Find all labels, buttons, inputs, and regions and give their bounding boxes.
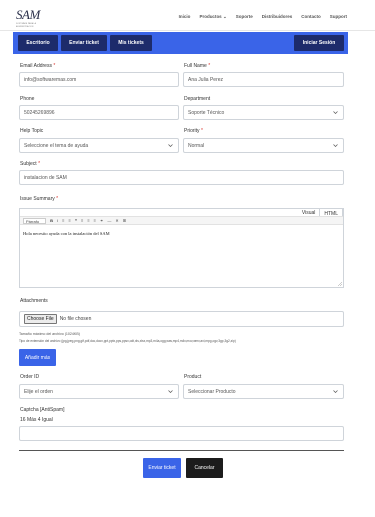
- editor-toolbar: Párrafo B I ≡ ≡ ❝ ≡ ≡ ≡ ⚭ — ✕ ⊞: [20, 216, 343, 225]
- bold-icon[interactable]: B: [50, 218, 53, 223]
- extensions-note: Tipo de extensión del archivo (jpg,jpeg,…: [19, 339, 236, 343]
- logo-text: SAM: [16, 7, 40, 22]
- issue-summary-editor[interactable]: Visual HTML Párrafo B I ≡ ≡ ❝ ≡ ≡ ≡ ⚭ — …: [19, 208, 344, 288]
- format-select[interactable]: Párrafo: [23, 217, 47, 224]
- resize-handle-icon[interactable]: [337, 281, 343, 287]
- product-select[interactable]: Seleccionar Producto: [183, 384, 344, 399]
- product-label: Product: [184, 374, 202, 380]
- align-right-icon[interactable]: ≡: [94, 218, 96, 223]
- full-name-value: Ana Julia Perez: [188, 76, 224, 83]
- chevron-down-icon: [333, 143, 338, 148]
- cancel-button[interactable]: Cancelar: [186, 458, 223, 478]
- priority-value: Normal: [188, 142, 205, 149]
- product-value: Seleccionar Producto: [188, 388, 236, 395]
- numbered-list-icon[interactable]: ≡: [68, 218, 70, 223]
- enviar-ticket-tab[interactable]: Enviar ticket: [61, 35, 107, 51]
- choose-file-button[interactable]: Choose File: [24, 314, 57, 324]
- mis-tickets-button[interactable]: Mis tickets: [110, 35, 152, 51]
- subject-label: Subject *: [20, 161, 41, 167]
- submit-ticket-button[interactable]: Enviar ticket: [143, 458, 181, 478]
- file-input[interactable]: Choose File No file chosen: [19, 311, 344, 327]
- chevron-down-icon: [168, 143, 173, 148]
- table-icon[interactable]: ⊞: [123, 218, 126, 223]
- top-nav: Inicio Productos ⌄ Soporte Distribuidore…: [179, 14, 347, 20]
- align-center-icon[interactable]: ≡: [87, 218, 89, 223]
- email-value: info@softwaremas.com: [24, 76, 77, 83]
- escritorio-button[interactable]: Escritorio: [18, 35, 58, 51]
- no-file-text: No file chosen: [59, 316, 92, 322]
- phone-value: 50245269896: [24, 109, 55, 116]
- phone-label: Phone: [20, 96, 35, 102]
- form-divider: [19, 450, 344, 451]
- editor-content[interactable]: Hola necesito ayuda con la instalación d…: [23, 231, 110, 236]
- department-select[interactable]: Soporte Técnico: [183, 105, 344, 120]
- priority-select[interactable]: Normal: [183, 138, 344, 153]
- full-name-label: Full Name *: [184, 63, 211, 69]
- bullet-list-icon[interactable]: ≡: [62, 218, 64, 223]
- nav-support[interactable]: Support: [330, 14, 347, 20]
- subject-field[interactable]: instalacion de SAM: [19, 170, 344, 185]
- nav-contacto[interactable]: Contacto: [301, 14, 321, 20]
- order-id-select[interactable]: Elije el orden: [19, 384, 179, 399]
- priority-label: Priority *: [184, 128, 203, 134]
- subject-value: instalacion de SAM: [24, 174, 67, 181]
- captcha-input[interactable]: [19, 426, 344, 441]
- add-more-button[interactable]: Añadir más: [19, 349, 56, 366]
- align-left-icon[interactable]: ≡: [81, 218, 83, 223]
- phone-field[interactable]: 50245269896: [19, 105, 179, 120]
- captcha-label: Captcha [AntiSpam]: [20, 407, 65, 413]
- department-value: Soporte Técnico: [188, 109, 225, 116]
- email-label: Email Address *: [20, 63, 56, 69]
- nav-productos[interactable]: Productos ⌄: [199, 14, 226, 20]
- support-toolbar: Escritorio Enviar ticket Mis tickets Ini…: [13, 32, 348, 54]
- help-topic-value: Seleccione el tema de ayuda: [24, 142, 89, 149]
- help-topic-label: Help Topic: [20, 128, 44, 134]
- horizontal-rule-icon[interactable]: —: [107, 218, 111, 223]
- department-label: Department: [184, 96, 211, 102]
- issue-summary-label: Issue Summary *: [20, 196, 59, 202]
- site-logo[interactable]: SAM SOFTWARE PARA LA ADMINISTRACION: [16, 7, 42, 28]
- link-icon[interactable]: ⚭: [100, 218, 103, 223]
- help-topic-select[interactable]: Seleccione el tema de ayuda: [19, 138, 179, 153]
- nav-inicio[interactable]: Inicio: [179, 14, 191, 20]
- order-id-label: Order ID: [20, 374, 40, 380]
- full-name-field[interactable]: Ana Julia Perez: [183, 72, 344, 87]
- italic-icon[interactable]: I: [57, 218, 58, 223]
- captcha-question: 16 Más 4 Igual: [20, 417, 53, 423]
- logo-subtext: SOFTWARE PARA LA ADMINISTRACION: [16, 23, 36, 28]
- remove-format-icon[interactable]: ✕: [115, 218, 118, 223]
- blockquote-icon[interactable]: ❝: [75, 218, 77, 223]
- nav-distribuidores[interactable]: Distribuidores: [262, 14, 293, 20]
- attachments-label: Attachments: [20, 298, 48, 304]
- chevron-down-icon: [168, 389, 173, 394]
- order-id-value: Elije el orden: [24, 388, 53, 395]
- max-size-note: Tamaño máximo del archivo (1024KB): [19, 332, 80, 336]
- chevron-down-icon: [333, 389, 338, 394]
- nav-soporte[interactable]: Soporte: [236, 14, 253, 20]
- header-divider: [0, 30, 375, 31]
- iniciar-sesion-button[interactable]: Iniciar Sesión: [294, 35, 344, 51]
- chevron-down-icon: [333, 110, 338, 115]
- email-field[interactable]: info@softwaremas.com: [19, 72, 179, 87]
